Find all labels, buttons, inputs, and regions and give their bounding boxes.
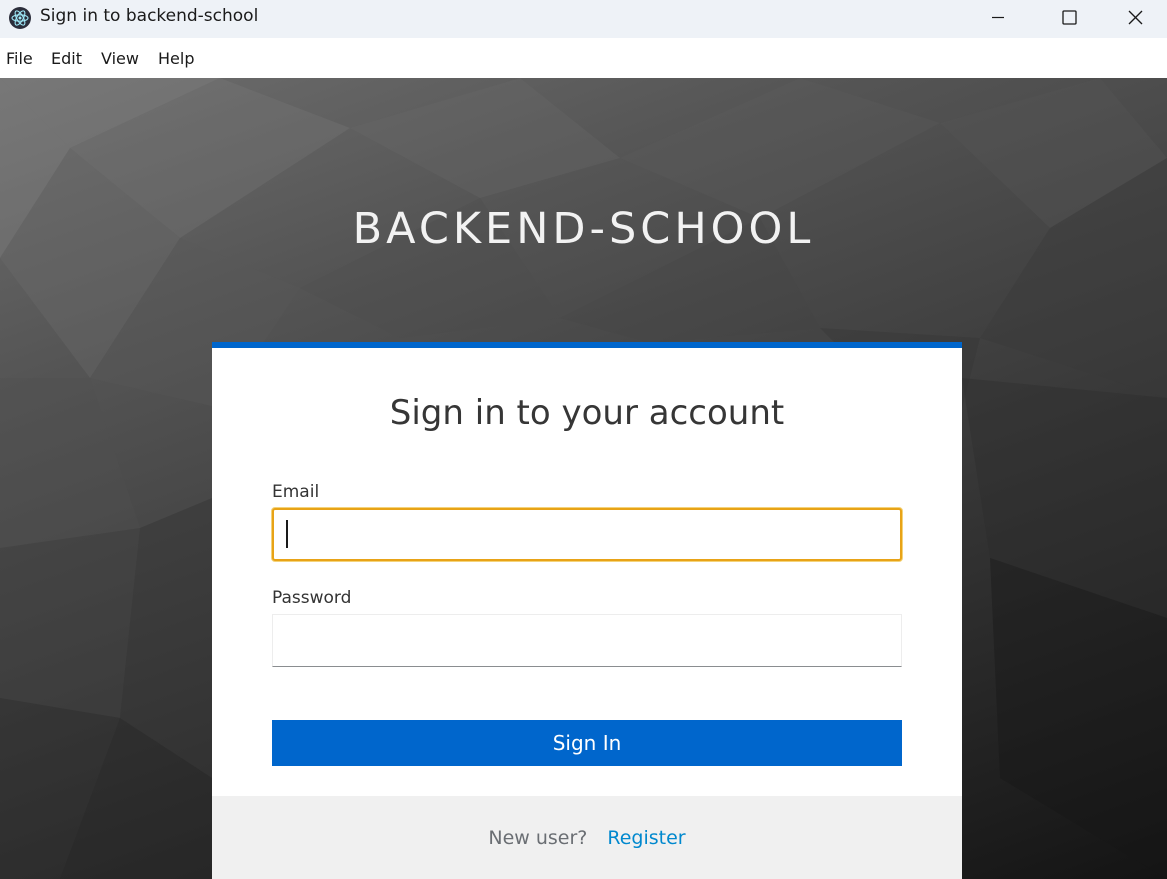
- window-title: Sign in to backend-school: [40, 6, 259, 26]
- minimize-button[interactable]: [963, 0, 1033, 34]
- maximize-icon: [1061, 9, 1077, 25]
- new-user-text: New user?: [488, 826, 588, 849]
- password-label: Password: [272, 588, 352, 608]
- menu-file[interactable]: File: [6, 49, 33, 68]
- minimize-icon: [991, 10, 1005, 24]
- registration-footer: New user? Register: [212, 796, 962, 879]
- password-field[interactable]: [272, 614, 902, 667]
- login-heading: Sign in to your account: [389, 393, 785, 433]
- email-label: Email: [272, 482, 320, 502]
- close-button[interactable]: [1104, 0, 1167, 34]
- email-field[interactable]: [272, 508, 902, 561]
- text-cursor: [286, 520, 288, 548]
- login-card: Sign in to your account Email Password S…: [212, 342, 962, 879]
- menu-help[interactable]: Help: [158, 49, 194, 68]
- sign-in-button[interactable]: Sign In: [272, 720, 902, 766]
- brand-title: BACKEND-SCHOOL: [352, 204, 815, 254]
- close-icon: [1128, 10, 1143, 25]
- menu-edit[interactable]: Edit: [51, 49, 82, 68]
- maximize-button[interactable]: [1034, 0, 1104, 34]
- menu-view[interactable]: View: [101, 49, 139, 68]
- menu-bar: File Edit View Help: [0, 38, 1167, 78]
- register-link[interactable]: Register: [607, 827, 685, 849]
- window-titlebar: Sign in to backend-school: [0, 0, 1167, 38]
- electron-atom-icon: [8, 6, 32, 30]
- login-page-background: BACKEND-SCHOOL Sign in to your account E…: [0, 78, 1167, 879]
